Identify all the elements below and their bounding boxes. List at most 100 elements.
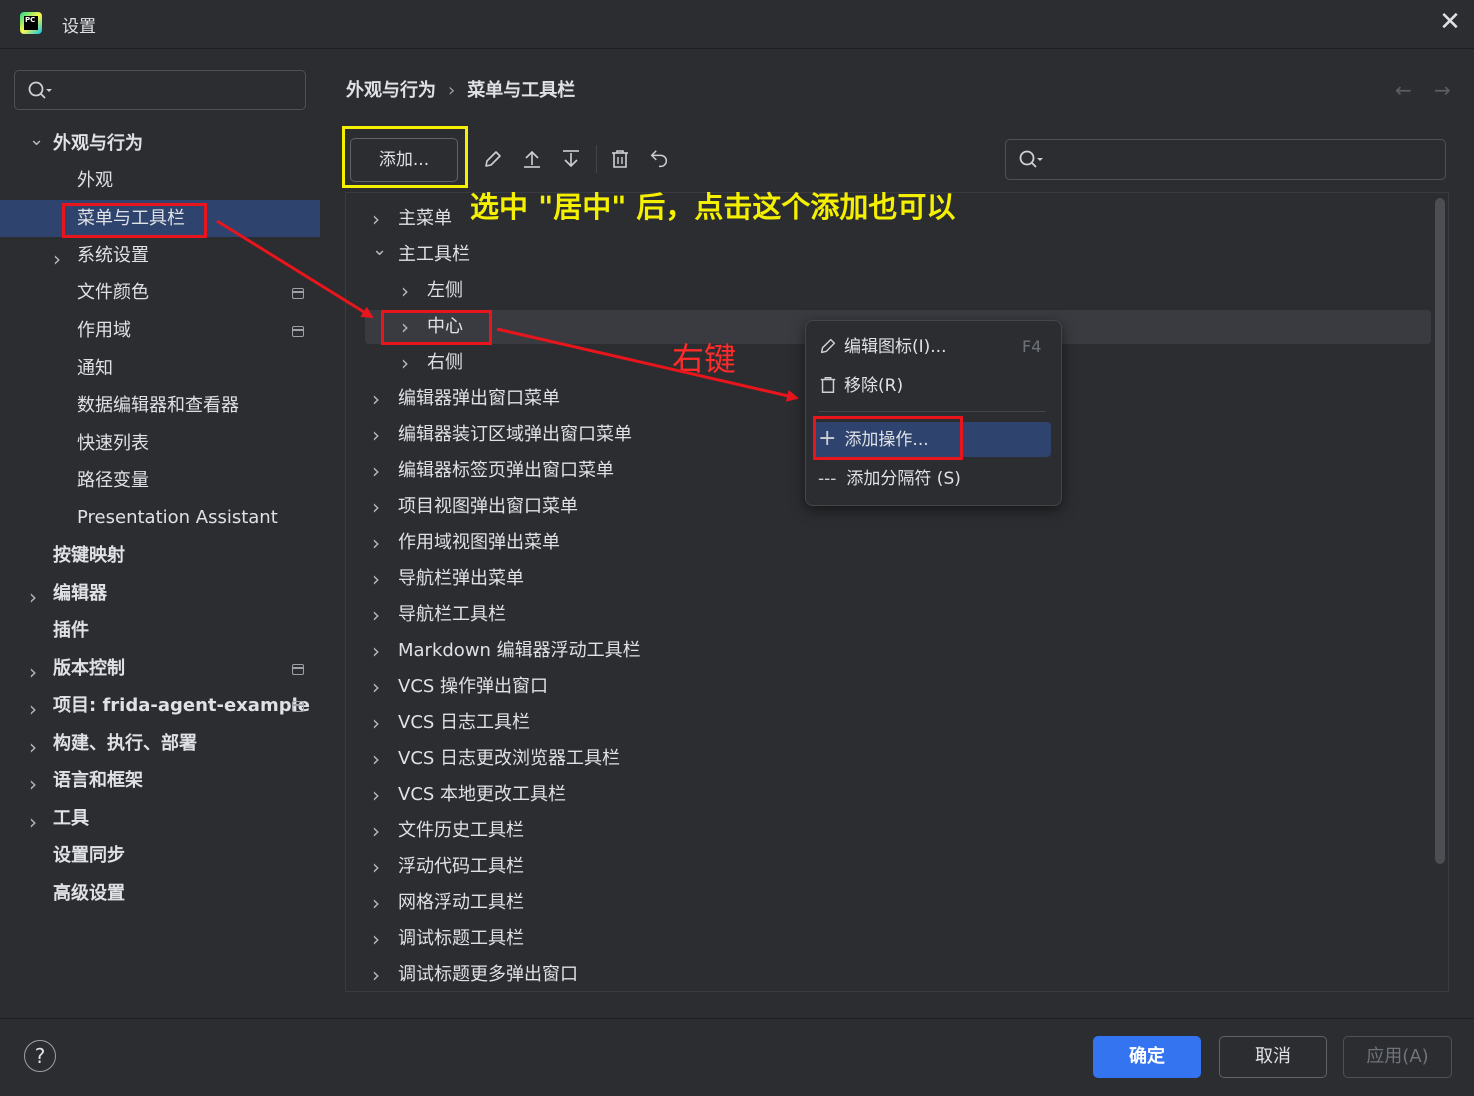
sidebar-item[interactable]: 外观 (77, 164, 113, 198)
sidebar-item[interactable]: 路径变量 (77, 464, 149, 498)
tree-item[interactable]: 项目视图弹出窗口菜单 (398, 489, 578, 525)
sidebar-item[interactable]: 版本控制 (53, 652, 125, 686)
chevron-right-icon[interactable]: › (29, 660, 37, 684)
chevron-right-icon[interactable]: › (372, 963, 380, 987)
sidebar-item[interactable]: 设置同步 (53, 839, 125, 873)
menu-item-edit-icon-label: 编辑图标(I)... (844, 337, 947, 357)
chevron-right-icon[interactable]: › (372, 207, 380, 231)
move-up-icon[interactable] (521, 148, 543, 170)
chevron-down-icon[interactable]: ⌄ (372, 239, 387, 260)
tree-item[interactable]: 左侧 (427, 273, 463, 309)
chevron-down-icon[interactable]: ⌄ (29, 129, 44, 150)
chevron-right-icon[interactable]: › (372, 711, 380, 735)
sidebar-item[interactable]: 数据编辑器和查看器 (77, 389, 239, 423)
chevron-right-icon[interactable]: › (372, 639, 380, 663)
undo-icon[interactable] (648, 148, 670, 170)
annotation-yellow-box (342, 126, 468, 188)
chevron-right-icon[interactable]: › (401, 351, 409, 375)
menu-item-remove[interactable]: 移除(R) (818, 368, 903, 404)
tree-item[interactable]: 编辑器弹出窗口菜单 (398, 381, 560, 417)
sidebar-item[interactable]: 快速列表 (77, 427, 149, 461)
help-icon[interactable]: ? (24, 1040, 56, 1072)
context-menu: 编辑图标(I)... F4 移除(R) + 添加操作... --- 添加分隔符 (S… (805, 320, 1062, 506)
chevron-right-icon[interactable]: › (372, 891, 380, 915)
tree-item[interactable]: 右侧 (427, 345, 463, 381)
pencil-icon[interactable] (482, 148, 504, 170)
chevron-right-icon[interactable]: › (372, 603, 380, 627)
tree-item[interactable]: 导航栏工具栏 (398, 597, 506, 633)
sidebar-item[interactable]: 外观与行为 (53, 127, 143, 161)
sidebar-item[interactable]: 构建、执行、部署 (53, 727, 197, 761)
tree-item[interactable]: 调试标题更多弹出窗口 (398, 957, 578, 993)
trash-icon[interactable] (609, 148, 631, 170)
chevron-right-icon[interactable]: › (29, 585, 37, 609)
cancel-button[interactable]: 取消 (1219, 1036, 1327, 1078)
sidebar-item[interactable]: 编辑器 (53, 577, 107, 611)
sidebar-item[interactable]: 按键映射 (53, 539, 125, 573)
chevron-right-icon[interactable]: › (372, 819, 380, 843)
apply-button[interactable]: 应用(A) (1343, 1036, 1452, 1078)
chevron-right-icon[interactable]: › (29, 772, 37, 796)
sidebar-item[interactable]: Presentation Assistant (77, 501, 278, 535)
ok-button[interactable]: 确定 (1093, 1036, 1201, 1078)
sidebar-item[interactable]: 通知 (77, 352, 113, 386)
tree-item[interactable]: 编辑器装订区域弹出窗口菜单 (398, 417, 632, 453)
tree-item[interactable]: 主工具栏 (398, 237, 470, 273)
separator-glyph-icon: --- (818, 469, 837, 489)
pycharm-icon: PC (20, 12, 42, 34)
chevron-right-icon[interactable]: › (53, 247, 61, 271)
sidebar-item[interactable]: 插件 (53, 614, 89, 648)
chevron-right-icon[interactable]: › (372, 495, 380, 519)
forward-arrow-icon[interactable]: → (1434, 78, 1451, 102)
title-bar: PC 设置 ✕ (0, 0, 1474, 49)
chevron-right-icon[interactable]: › (29, 697, 37, 721)
sidebar-item[interactable]: 作用域 (77, 314, 131, 348)
move-down-icon[interactable] (560, 148, 582, 170)
menu-item-edit-icon[interactable]: 编辑图标(I)... (818, 329, 947, 365)
annotation-right-click-text: 右键 (672, 340, 737, 378)
menu-item-add-separator-label: 添加分隔符 (S) (846, 469, 961, 489)
tree-item[interactable]: VCS 本地更改工具栏 (398, 777, 566, 813)
tree-item[interactable]: 作用域视图弹出菜单 (398, 525, 560, 561)
tree-item[interactable]: 浮动代码工具栏 (398, 849, 524, 885)
chevron-right-icon[interactable]: › (372, 675, 380, 699)
chevron-right-icon[interactable]: › (372, 567, 380, 591)
sidebar-item[interactable]: 高级设置 (53, 877, 125, 911)
toolbar-divider (596, 145, 597, 173)
tree-item[interactable]: 主菜单 (398, 201, 452, 237)
tree-item[interactable]: 编辑器标签页弹出窗口菜单 (398, 453, 614, 489)
tree-item[interactable]: VCS 操作弹出窗口 (398, 669, 548, 705)
tree-item[interactable]: VCS 日志更改浏览器工具栏 (398, 741, 620, 777)
chevron-right-icon[interactable]: › (29, 810, 37, 834)
tree-item[interactable]: Markdown 编辑器浮动工具栏 (398, 633, 641, 669)
tree-item[interactable]: 文件历史工具栏 (398, 813, 524, 849)
chevron-right-icon[interactable]: › (372, 387, 380, 411)
menu-divider (818, 411, 1046, 412)
menu-item-add-separator[interactable]: --- 添加分隔符 (S) (818, 461, 961, 497)
tree-item[interactable]: 调试标题工具栏 (398, 921, 524, 957)
tree-item[interactable]: VCS 日志工具栏 (398, 705, 530, 741)
chevron-right-icon[interactable]: › (401, 279, 409, 303)
actions-search-input[interactable] (1005, 139, 1446, 180)
tree-item[interactable]: 导航栏弹出菜单 (398, 561, 524, 597)
chevron-right-icon[interactable]: › (372, 423, 380, 447)
back-arrow-icon[interactable]: ← (1395, 78, 1412, 102)
breadcrumb-parent[interactable]: 外观与行为 (346, 80, 436, 101)
tree-item[interactable]: 网格浮动工具栏 (398, 885, 524, 921)
sidebar-item[interactable]: 项目: frida-agent-example (53, 689, 310, 723)
sidebar-item[interactable]: 工具 (53, 802, 89, 836)
close-icon[interactable]: ✕ (1438, 9, 1462, 35)
sidebar-item[interactable]: 系统设置 (77, 239, 149, 273)
sidebar-item[interactable]: 文件颜色 (77, 276, 149, 310)
chevron-right-icon[interactable]: › (372, 783, 380, 807)
chevron-right-icon[interactable]: › (372, 459, 380, 483)
chevron-right-icon[interactable]: › (372, 855, 380, 879)
vertical-scrollbar[interactable] (1435, 198, 1445, 864)
chevron-right-icon[interactable]: › (372, 927, 380, 951)
chevron-right-icon[interactable]: › (372, 747, 380, 771)
sidebar-item[interactable]: 语言和框架 (53, 764, 143, 798)
chevron-right-icon[interactable]: › (29, 735, 37, 759)
project-scope-icon (292, 288, 304, 299)
chevron-right-icon[interactable]: › (372, 531, 380, 555)
settings-search-input[interactable] (14, 70, 306, 110)
